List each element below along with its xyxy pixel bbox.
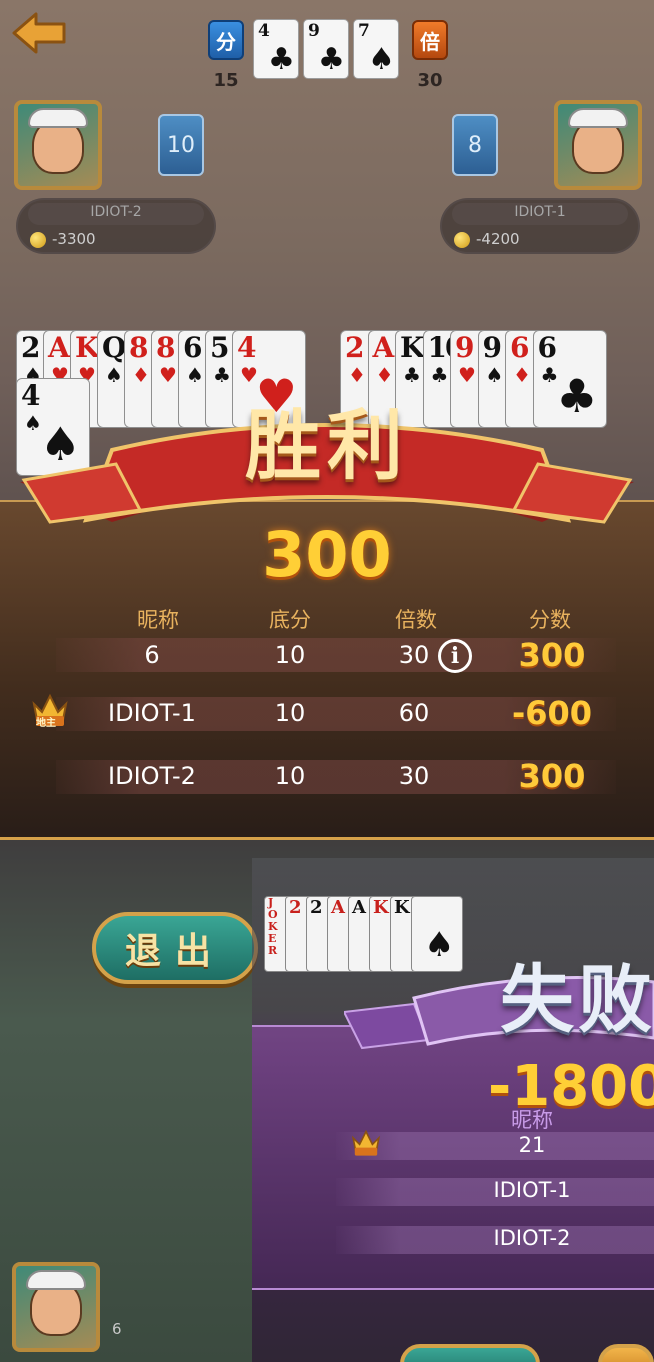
row-1-score: 300 — [518, 636, 586, 674]
card-rank: A — [352, 897, 366, 918]
card-rank: 6 — [537, 331, 558, 364]
player-left-name: IDIOT-2 — [90, 204, 142, 220]
bottom-card: 7 ♠ — [353, 19, 399, 79]
row-3-score: 300 — [518, 757, 586, 795]
card-rank: 9 — [482, 331, 503, 364]
coin-icon — [30, 232, 46, 248]
card-rank: 4 — [258, 21, 270, 41]
coin-icon — [454, 232, 470, 248]
win-total-score: 300 — [262, 518, 392, 591]
card-rank: K — [373, 897, 389, 918]
row-3-name: IDIOT-2 — [108, 762, 196, 790]
card-rank: 4 — [237, 331, 257, 364]
base-score-value: 15 — [213, 70, 239, 91]
lose-landlord-crown-icon — [350, 1126, 382, 1158]
card-rank: 2 — [21, 331, 41, 364]
card-rank: 2 — [289, 897, 302, 918]
card-rank: Q — [102, 331, 126, 364]
card-rank: K — [394, 897, 410, 918]
landlord-crown-icon: 地主 — [30, 690, 70, 729]
lose-exit-button[interactable] — [400, 1344, 540, 1362]
card-rank: 8 — [156, 331, 176, 364]
lose-title: 失败 — [500, 957, 654, 1043]
row-1-name: 6 — [144, 641, 160, 669]
multiplier-value: 30 — [417, 70, 443, 91]
player-right-name: IDIOT-1 — [514, 204, 566, 220]
base-score-badge: 分 — [208, 20, 244, 60]
header-nickname: 昵称 — [137, 608, 179, 632]
card-rank: K — [75, 331, 99, 364]
player-right-avatar[interactable] — [554, 100, 642, 190]
info-icon[interactable]: i — [438, 639, 472, 673]
avatar-hat — [568, 108, 628, 128]
header-base: 底分 — [269, 608, 311, 632]
row-3-base: 10 — [274, 762, 306, 790]
card-rank: 2 — [310, 897, 323, 918]
card-rank: A — [48, 331, 70, 364]
player-left-avatar[interactable] — [14, 100, 102, 190]
player-right-score: -4200 — [476, 230, 520, 248]
self-avatar[interactable] — [12, 1262, 100, 1352]
player-right-card-count: 8 — [452, 114, 498, 176]
card-rank: JOKER — [268, 896, 278, 957]
exit-button[interactable]: 退出 — [92, 912, 258, 984]
card-rank: 6 — [510, 331, 530, 364]
card-rank: 2 — [345, 331, 365, 364]
card-suit-icon: ♣ — [318, 42, 345, 77]
multiplier-badge: 倍 — [412, 20, 448, 60]
header-multiplier: 倍数 — [395, 608, 437, 632]
player-right-info: IDIOT-1 -4200 — [440, 198, 640, 254]
avatar-hat — [28, 108, 88, 128]
card-rank: K — [400, 331, 424, 364]
row-2-name: IDIOT-1 — [108, 699, 196, 727]
row-1-base: 10 — [274, 641, 306, 669]
row-2-base: 10 — [274, 699, 306, 727]
arrow-left-icon — [12, 12, 66, 54]
lose-card-face: ♠ — [411, 896, 463, 972]
row-2-multiplier: 60 — [398, 699, 430, 727]
back-button[interactable] — [10, 10, 68, 56]
card-rank: 7 — [358, 21, 370, 41]
card-rank: 9 — [308, 21, 320, 41]
bottom-card: 9 ♣ — [303, 19, 349, 79]
self-card-count: 6 — [112, 1320, 122, 1338]
avatar-hat — [26, 1270, 86, 1290]
card-rank: A — [372, 331, 395, 364]
card-rank: A — [331, 897, 345, 918]
landlord-badge-label: 地主 — [36, 718, 56, 729]
win-title: 胜利 — [245, 401, 409, 490]
card-rank: 6 — [183, 331, 203, 364]
card-suit-big-icon: ♠ — [424, 925, 455, 965]
row-3-multiplier: 30 — [398, 762, 430, 790]
player-left-score: -3300 — [52, 230, 96, 248]
lose-row-3-name: IDIOT-2 — [493, 1226, 571, 1250]
card-rank: 5 — [210, 331, 230, 364]
player-left-info: IDIOT-2 -3300 — [16, 198, 216, 254]
header-score: 分数 — [529, 608, 571, 632]
card-suit-icon: ♣ — [268, 42, 295, 77]
lose-row-1-name: 21 — [518, 1133, 546, 1157]
card-suit-icon: ♠ — [368, 42, 395, 77]
card-rank: 8 — [129, 331, 149, 364]
row-2-score: -600 — [511, 694, 593, 732]
card-rank: 9 — [455, 331, 475, 364]
bottom-card: 4 ♣ — [253, 19, 299, 79]
lose-row-2-name: IDIOT-1 — [493, 1178, 571, 1202]
lose-header-nickname: 昵称 — [511, 1108, 553, 1132]
player-left-card-count: 10 — [158, 114, 204, 176]
